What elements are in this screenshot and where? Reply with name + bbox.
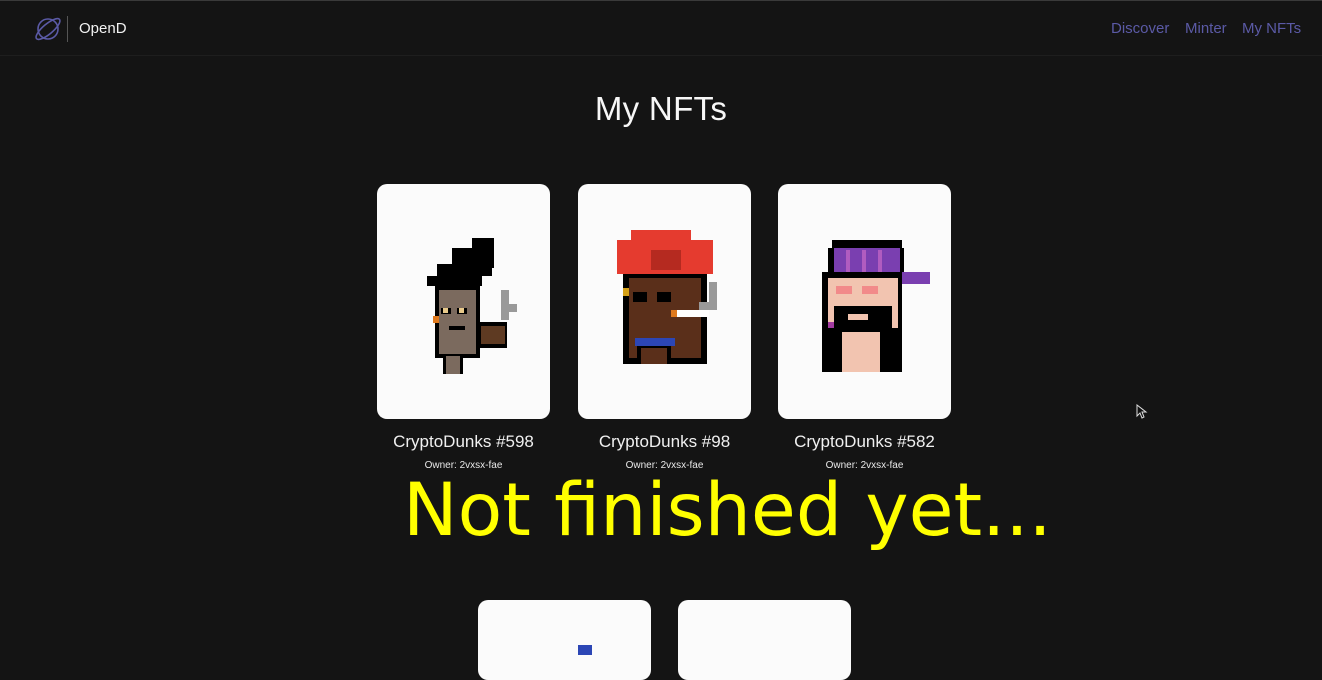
nft-image-partial [578,645,592,655]
nav-my-nfts-link[interactable]: My NFTs [1242,20,1301,37]
nav-minter-link[interactable]: Minter [1185,20,1227,37]
nft-image-598 [427,238,517,374]
overlay-caption: Not finished yet... [403,468,1052,553]
top-navigation-bar: OpenD Discover Minter My NFTs [0,0,1322,56]
mouse-cursor-icon [1136,404,1148,419]
nft-card[interactable] [478,600,651,680]
nft-image-582 [822,240,930,372]
page-title: My NFTs [594,90,728,127]
nft-card[interactable] [678,600,851,680]
nav-discover-link[interactable]: Discover [1111,20,1169,37]
logo-divider [67,16,68,42]
nft-card[interactable] [778,184,951,419]
nft-name: CryptoDunks #598 [393,432,534,451]
brand-name[interactable]: OpenD [79,20,127,37]
nft-card[interactable] [377,184,550,419]
nft-name: CryptoDunks #98 [598,432,731,451]
planet-icon[interactable] [33,14,63,44]
nft-name: CryptoDunks #582 [794,432,935,451]
nft-card[interactable] [578,184,751,419]
nft-image-98 [617,230,717,364]
